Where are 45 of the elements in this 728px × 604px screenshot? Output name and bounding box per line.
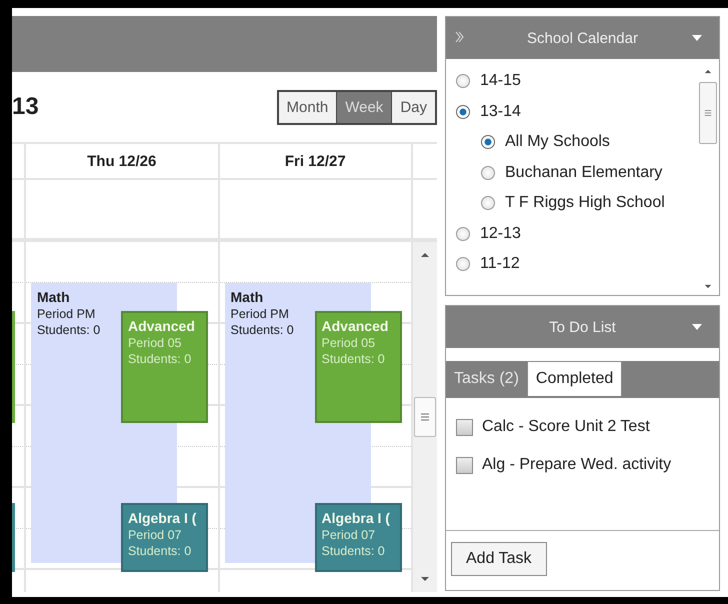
event-detail: Period PM bbox=[230, 307, 289, 321]
scroll-down-icon[interactable] bbox=[704, 284, 712, 289]
scroll-thumb[interactable] bbox=[699, 82, 717, 144]
event-detail: Students: 0 bbox=[36, 323, 100, 337]
radio-button[interactable] bbox=[481, 196, 495, 210]
calendar-option[interactable]: 11-12 bbox=[480, 255, 520, 274]
scroll-up-icon[interactable] bbox=[420, 252, 430, 258]
caret-icon[interactable] bbox=[692, 35, 702, 41]
expand-icon[interactable] bbox=[454, 30, 464, 44]
checkbox[interactable] bbox=[456, 456, 473, 474]
panel-title: To Do List bbox=[549, 318, 616, 336]
calendar-option[interactable]: 13-14 bbox=[480, 102, 521, 121]
event-block[interactable]: Algebra I ( Period 07 Students: 0 bbox=[120, 503, 208, 572]
caret-icon[interactable] bbox=[692, 324, 702, 330]
day-header: Fri 12/27 bbox=[284, 152, 346, 170]
radio-button[interactable] bbox=[456, 104, 470, 119]
view-tab[interactable]: Month bbox=[278, 92, 336, 122]
panel-title: School Calendar bbox=[527, 30, 638, 46]
event-title: Math bbox=[36, 289, 70, 305]
calendar-option[interactable]: All My Schools bbox=[505, 133, 610, 152]
event-block[interactable]: Algebra I ( Period 07 Students: 0 bbox=[314, 503, 402, 572]
calendar-option[interactable]: T F Riggs High School bbox=[505, 194, 665, 212]
day-header: Thu 12/26 bbox=[87, 152, 156, 170]
radio-button[interactable] bbox=[456, 74, 470, 88]
task-label: Calc - Score Unit 2 Test bbox=[482, 418, 650, 436]
task-label: Alg - Prepare Wed. activity bbox=[482, 456, 672, 474]
view-tab[interactable]: Day bbox=[391, 92, 435, 122]
add-task-button[interactable]: Add Task bbox=[451, 542, 547, 576]
event-detail: Students: 0 bbox=[230, 323, 294, 337]
date-title: 13 bbox=[12, 93, 39, 121]
radio-button[interactable] bbox=[481, 135, 495, 150]
radio-button[interactable] bbox=[456, 257, 470, 272]
tab[interactable]: Completed bbox=[526, 361, 622, 396]
calendar-option[interactable]: Buchanan Elementary bbox=[505, 164, 662, 182]
event-title: Math bbox=[230, 289, 264, 305]
scroll-down-icon[interactable] bbox=[420, 576, 430, 582]
event-detail: Period PM bbox=[36, 307, 96, 321]
scrollbar[interactable] bbox=[413, 242, 437, 592]
calendar-option[interactable]: 14-15 bbox=[480, 72, 521, 90]
scroll-up-icon[interactable] bbox=[704, 69, 712, 74]
checkbox[interactable] bbox=[456, 418, 473, 436]
radio-button[interactable] bbox=[456, 226, 470, 241]
scroll-thumb[interactable] bbox=[414, 397, 436, 437]
calendar-option[interactable]: 12-13 bbox=[480, 224, 521, 243]
radio-button[interactable] bbox=[481, 166, 495, 180]
